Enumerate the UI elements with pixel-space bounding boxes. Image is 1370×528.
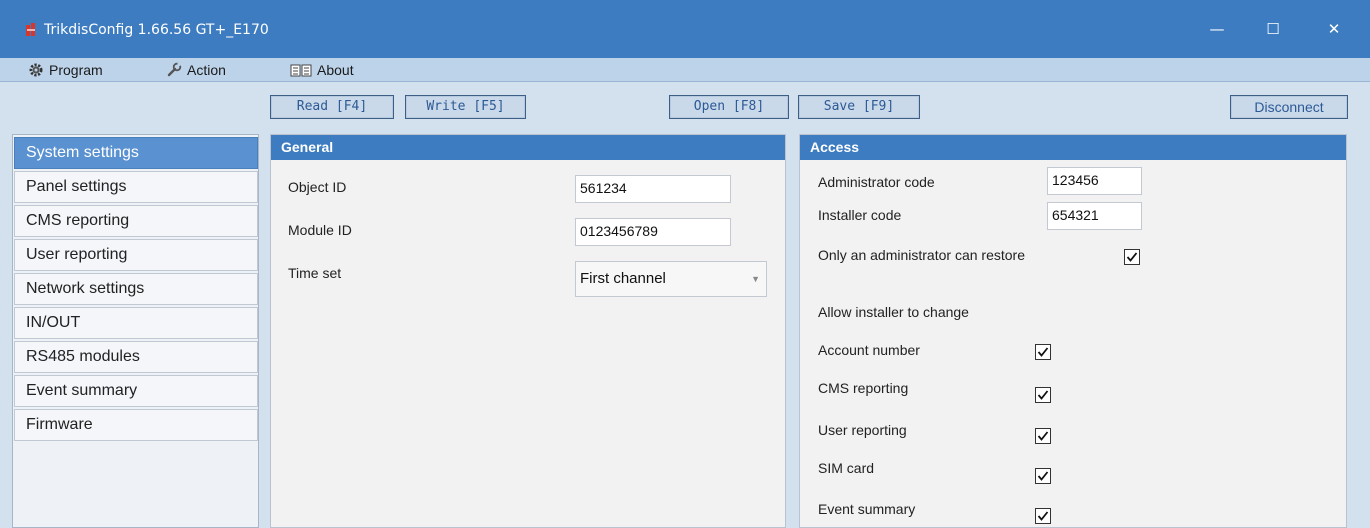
- only-admin-restore-label: Only an administrator can restore: [818, 247, 1025, 263]
- disconnect-button[interactable]: Disconnect: [1230, 95, 1348, 119]
- access-panel-header: Access: [800, 135, 1346, 160]
- checkmark-icon: [1037, 390, 1049, 400]
- open-button[interactable]: Open [F8]: [669, 95, 789, 119]
- menu-action-label: Action: [187, 62, 226, 78]
- sidebar-item-system-settings[interactable]: System settings: [14, 137, 258, 169]
- menu-about[interactable]: About: [290, 58, 354, 82]
- general-panel-header: General: [271, 135, 785, 160]
- sidebar-item-firmware[interactable]: Firmware: [14, 409, 258, 441]
- save-button[interactable]: Save [F9]: [798, 95, 920, 119]
- checkmark-icon: [1126, 252, 1138, 262]
- permission-event-summary-label: Event summary: [818, 501, 916, 517]
- wrench-icon: [167, 62, 182, 77]
- gear-icon: [29, 63, 43, 77]
- sidebar-item-event-summary[interactable]: Event summary: [14, 375, 258, 407]
- permission-account-number-checkbox[interactable]: [1035, 344, 1051, 360]
- chevron-down-icon: ▼: [751, 274, 760, 284]
- installer-code-label: Installer code: [818, 207, 902, 223]
- access-panel: Access Administrator code 123456 Install…: [799, 134, 1347, 528]
- permission-cms-reporting-label: CMS reporting: [818, 380, 909, 396]
- permission-sim-card-label: SIM card: [818, 460, 875, 476]
- permission-account-number-label: Account number: [818, 342, 920, 358]
- sidebar-item-panel-settings[interactable]: Panel settings: [14, 171, 258, 203]
- sidebar-item-cms-reporting[interactable]: CMS reporting: [14, 205, 258, 237]
- permission-cms-reporting-checkbox[interactable]: [1035, 387, 1051, 403]
- sidebar-item-rs485-modules[interactable]: RS485 modules: [14, 341, 258, 373]
- window-title: TrikdisConfig 1.66.56 GT+_E170: [44, 22, 269, 38]
- title-bar: TrikdisConfig 1.66.56 GT+_E170 — ☐ ✕: [0, 0, 1370, 58]
- installer-code-field[interactable]: 654321: [1047, 202, 1142, 230]
- book-icon: [290, 64, 312, 77]
- maximize-button[interactable]: ☐: [1262, 18, 1284, 40]
- time-set-label: Time set: [288, 265, 342, 281]
- general-panel: General Object ID 561234 Module ID 01234…: [270, 134, 786, 528]
- main-area: Read [F4] Write [F5] Open [F8] Save [F9]…: [0, 82, 1370, 528]
- menu-action[interactable]: Action: [166, 58, 226, 82]
- object-id-field[interactable]: 561234: [575, 175, 731, 203]
- checkmark-icon: [1037, 511, 1049, 521]
- write-button[interactable]: Write [F5]: [405, 95, 526, 119]
- module-id-field[interactable]: 0123456789: [575, 218, 731, 246]
- minimize-button[interactable]: —: [1206, 18, 1228, 40]
- permission-user-reporting-label: User reporting: [818, 422, 907, 438]
- admin-code-label: Administrator code: [818, 174, 935, 190]
- read-button[interactable]: Read [F4]: [270, 95, 394, 119]
- sidebar-item-network-settings[interactable]: Network settings: [14, 273, 258, 305]
- checkmark-icon: [1037, 347, 1049, 357]
- checkmark-icon: [1037, 471, 1049, 481]
- app-icon: [26, 23, 35, 36]
- object-id-label: Object ID: [288, 179, 347, 195]
- close-button[interactable]: ✕: [1323, 18, 1345, 40]
- module-id-label: Module ID: [288, 222, 352, 238]
- sidebar: System settings Panel settings CMS repor…: [12, 134, 259, 528]
- permission-user-reporting-checkbox[interactable]: [1035, 428, 1051, 444]
- sidebar-item-in-out[interactable]: IN/OUT: [14, 307, 258, 339]
- sidebar-item-user-reporting[interactable]: User reporting: [14, 239, 258, 271]
- menu-about-label: About: [317, 62, 354, 78]
- menu-program-label: Program: [49, 62, 103, 78]
- checkmark-icon: [1037, 431, 1049, 441]
- time-set-select[interactable]: First channel ▼: [575, 261, 767, 297]
- allow-installer-label: Allow installer to change: [818, 304, 969, 320]
- admin-code-field[interactable]: 123456: [1047, 167, 1142, 195]
- only-admin-restore-checkbox[interactable]: [1124, 249, 1140, 265]
- permission-sim-card-checkbox[interactable]: [1035, 468, 1051, 484]
- menu-program[interactable]: Program: [28, 58, 103, 82]
- time-set-value: First channel: [580, 270, 666, 287]
- permission-event-summary-checkbox[interactable]: [1035, 508, 1051, 524]
- menu-bar: Program Action About: [0, 58, 1370, 82]
